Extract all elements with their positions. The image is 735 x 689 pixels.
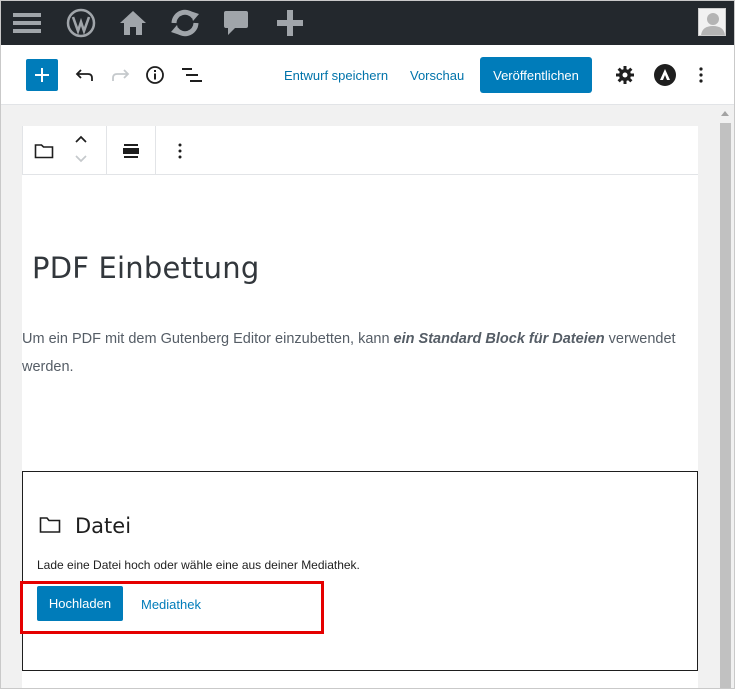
move-down-button[interactable] xyxy=(71,150,91,168)
block-type-button[interactable] xyxy=(31,138,57,164)
block-toolbar xyxy=(22,126,698,175)
folder-icon xyxy=(34,144,54,159)
file-block-title: Datei xyxy=(75,514,132,538)
add-block-button[interactable] xyxy=(26,59,58,91)
block-navigation-button[interactable] xyxy=(179,63,205,87)
highlight-box xyxy=(20,581,324,634)
menu-icon[interactable] xyxy=(9,1,45,45)
browser-frame: Entwurf speichern Vorschau Veröffentlich… xyxy=(0,0,735,689)
publish-button[interactable]: Veröffentlichen xyxy=(480,57,592,93)
redo-icon xyxy=(112,69,130,81)
updates-icon[interactable] xyxy=(166,1,204,45)
alignment-button[interactable] xyxy=(118,138,144,164)
wordpress-icon[interactable] xyxy=(64,1,98,45)
folder-icon xyxy=(39,517,61,533)
add-new-icon[interactable] xyxy=(273,1,307,45)
post-title[interactable]: PDF Einbettung xyxy=(32,251,259,285)
avatar[interactable] xyxy=(698,8,726,36)
home-icon[interactable] xyxy=(117,1,149,45)
move-up-button[interactable] xyxy=(71,130,91,148)
paragraph-emphasis: ein Standard Block für Dateien xyxy=(393,331,605,347)
file-block-placeholder[interactable]: Datei Lade eine Datei hoch oder wähle ei… xyxy=(22,471,698,671)
undo-icon xyxy=(75,69,93,81)
paragraph-block[interactable]: Um ein PDF mit dem Gutenberg Editor einz… xyxy=(22,325,698,381)
file-block-icon-wrap xyxy=(39,516,61,539)
gear-icon xyxy=(616,66,634,84)
block-more-options-button[interactable] xyxy=(169,138,191,164)
settings-button[interactable] xyxy=(613,63,637,87)
avatar-icon xyxy=(701,13,725,35)
astra-button[interactable] xyxy=(653,63,677,87)
scrollbar-thumb[interactable] xyxy=(720,123,731,688)
info-button[interactable] xyxy=(143,63,167,87)
more-options-button[interactable] xyxy=(691,63,711,87)
vertical-ellipsis-icon xyxy=(699,67,703,83)
undo-button[interactable] xyxy=(73,63,97,87)
comments-icon[interactable] xyxy=(221,1,251,45)
admin-bar xyxy=(1,1,734,45)
redo-button[interactable] xyxy=(108,63,132,87)
vertical-ellipsis-icon xyxy=(178,143,182,159)
astra-icon xyxy=(654,64,676,86)
align-wide-icon xyxy=(123,144,139,158)
paragraph-text: Um ein PDF mit dem Gutenberg Editor einz… xyxy=(22,331,394,347)
plus-icon xyxy=(35,68,49,82)
info-icon xyxy=(146,66,164,84)
toolbar-divider xyxy=(106,126,107,175)
file-block-instructions: Lade eine Datei hoch oder wähle eine aus… xyxy=(37,558,360,572)
preview-link[interactable]: Vorschau xyxy=(410,68,464,83)
chevron-up-icon xyxy=(75,135,87,143)
chevron-down-icon xyxy=(75,155,87,163)
toolbar-divider xyxy=(155,126,156,175)
save-draft-link[interactable]: Entwurf speichern xyxy=(284,68,388,83)
editor-header: Entwurf speichern Vorschau Veröffentlich… xyxy=(1,45,734,105)
scrollbar[interactable] xyxy=(717,106,734,688)
scroll-up-icon[interactable] xyxy=(721,111,729,116)
list-view-icon xyxy=(182,68,202,82)
